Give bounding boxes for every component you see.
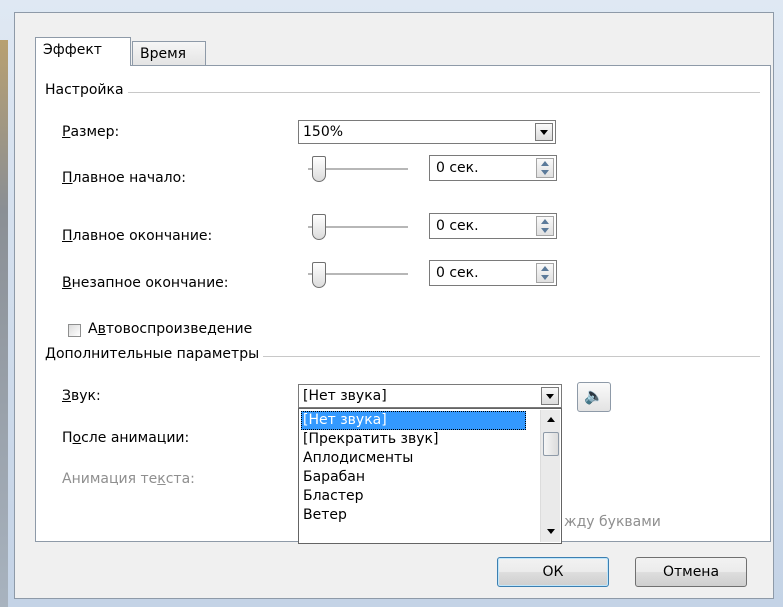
ok-button[interactable]: ОК [497,557,609,587]
scrollbar-thumb[interactable] [543,432,559,456]
bounce-end-label: Внезапное окончание: [62,275,229,291]
bounce-end-spin-arrows-icon[interactable] [536,263,554,283]
tab-effect-label: Эффект [43,42,102,58]
ok-button-label: ОК [542,564,564,580]
bounce-end-label-text: незапное окончание: [71,275,229,291]
sound-select-value: [Нет звука] [303,388,387,404]
smooth-start-label-accel: П [62,170,73,186]
effect-tab-panel: Настройка Размер: 150% Плавное начало: 0… [35,65,771,544]
size-select-value: 150% [303,124,344,140]
bounce-end-slider-thumb[interactable] [312,262,326,288]
smooth-end-spinbox[interactable]: 0 сек. [429,213,557,239]
sound-option[interactable]: Бластер [301,487,526,506]
cancel-button-label: Отмена [662,564,720,580]
sound-dropdown-list[interactable]: [Нет звука] [Прекратить звук] Аплодисмен… [298,408,562,544]
cancel-button[interactable]: Отмена [635,557,747,587]
speaker-icon: 🔈 [584,386,604,405]
sound-label-accel: З [62,388,71,404]
autoreverse-label-pre: А [88,321,98,337]
autoreverse-label[interactable]: Автовоспроизведение [88,321,252,337]
autoreverse-label-text: товоспроизведение [105,321,253,337]
smooth-start-spinbox[interactable]: 0 сек. [429,155,557,181]
bounce-end-label-accel: В [62,275,72,291]
sound-option[interactable]: Барабан [301,468,526,487]
smooth-start-label: Плавное начало: [62,170,186,186]
sound-option[interactable]: Ветер [301,506,526,525]
size-dropdown-chevron-down-icon[interactable] [535,123,553,141]
background-window-edge [0,40,8,607]
autoreverse-checkbox[interactable] [68,324,81,337]
effect-options-dialog: Время Эффект Настройка Размер: 150% Плав… [14,12,774,599]
smooth-end-label: Плавное окончание: [62,228,212,244]
size-label: Размер: [62,124,119,140]
after-animation-label-pre: П [62,430,73,446]
delay-between-letters-label: жду буквами [564,514,661,530]
settings-group-line [46,92,760,93]
animate-text-label-text: ста: [165,471,195,487]
tab-effect[interactable]: Эффект [35,37,131,66]
smooth-start-spin-arrows-icon[interactable] [536,158,554,178]
autoreverse-label-accel: в [97,321,106,337]
bounce-end-value: 0 сек. [436,265,479,281]
sound-option[interactable]: Аплодисменты [301,449,526,468]
sound-select[interactable]: [Нет звука] [298,384,562,408]
animate-text-label-accel: к [157,471,166,487]
sound-label: Звук: [62,388,101,404]
bounce-end-spinbox[interactable]: 0 сек. [429,260,557,286]
smooth-end-value: 0 сек. [436,218,479,234]
sound-list-scrollbar[interactable] [540,410,560,542]
tab-time[interactable]: Время [132,41,206,67]
enhancements-group-title: Дополнительные параметры [45,346,264,362]
smooth-start-label-text: лавное начало: [72,170,186,186]
sound-volume-button[interactable]: 🔈 [577,382,611,412]
smooth-start-value: 0 сек. [436,160,479,176]
scroll-down-arrow-icon[interactable] [543,524,559,540]
scroll-up-arrow-icon[interactable] [543,412,559,428]
animate-text-label: Анимация текста: [62,471,195,487]
after-animation-label-text: сле анимации: [81,430,190,446]
size-select[interactable]: 150% [298,120,556,144]
size-label-text: азмер: [70,124,120,140]
sound-option[interactable]: [Нет звука] [301,411,526,430]
sound-option[interactable]: [Прекратить звук] [301,430,526,449]
smooth-end-label-text: лавное окончание: [72,228,213,244]
smooth-end-spin-arrows-icon[interactable] [536,216,554,236]
smooth-end-slider-thumb[interactable] [312,214,326,240]
after-animation-label-accel: о [72,430,82,446]
sound-label-text: вук: [70,388,101,404]
sound-dropdown-chevron-down-icon[interactable] [541,387,559,405]
after-animation-label: После анимации: [62,430,189,446]
animate-text-label-pre: Анимация те [62,471,158,487]
smooth-end-label-accel: П [62,228,73,244]
tab-time-label: Время [140,46,187,62]
settings-group-title: Настройка [45,82,128,98]
smooth-start-slider-thumb[interactable] [312,156,326,182]
